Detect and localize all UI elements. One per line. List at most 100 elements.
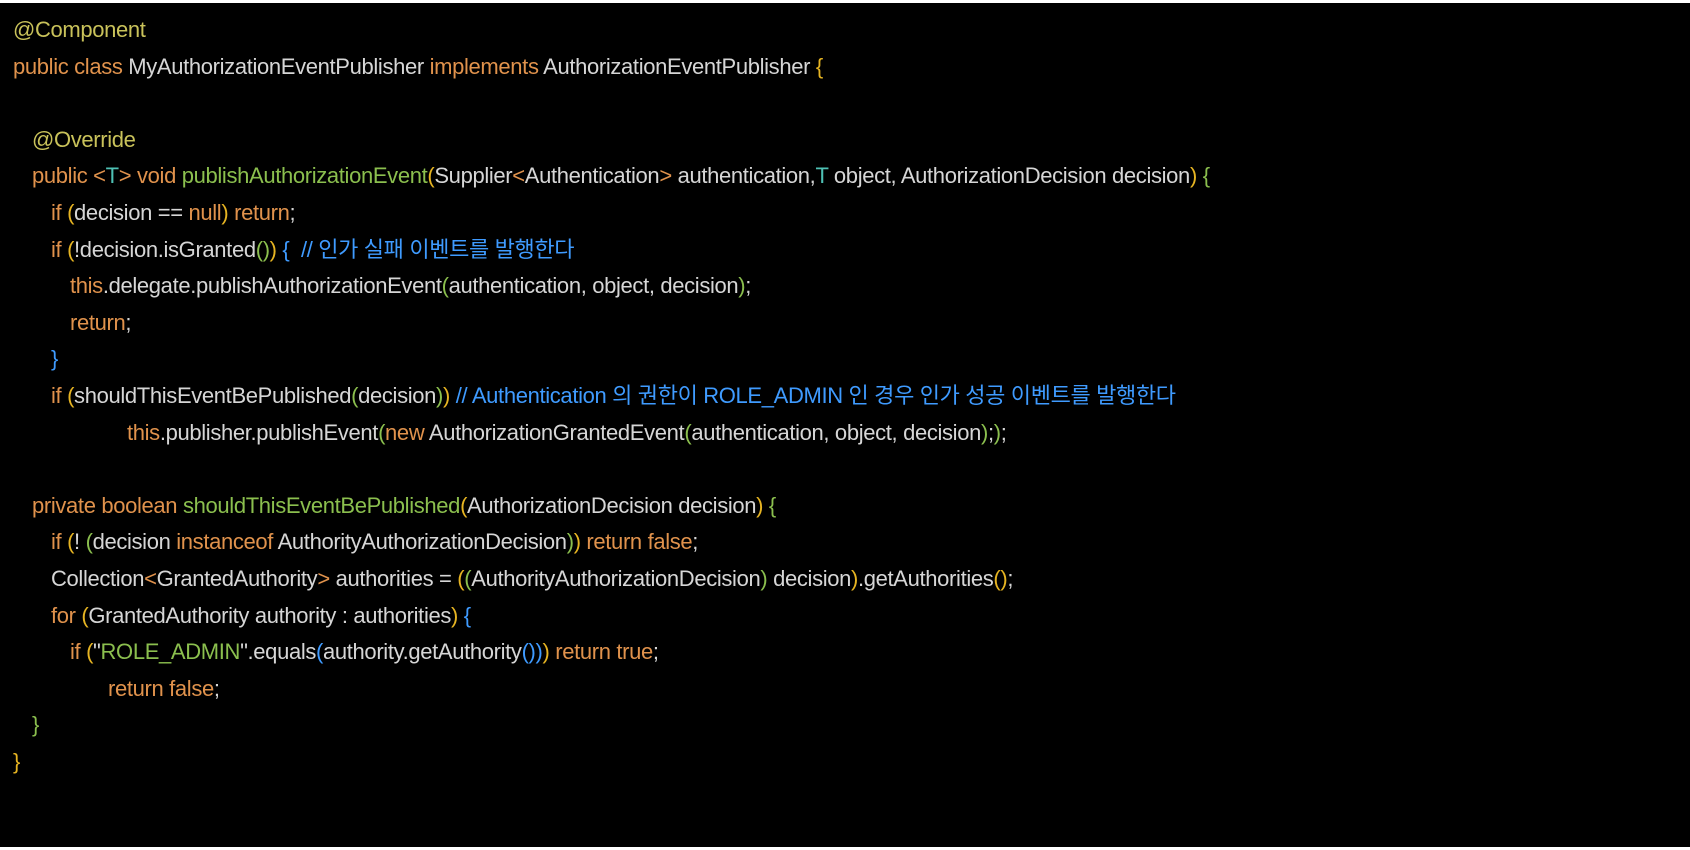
code-token: return true <box>549 639 653 665</box>
code-token: AuthorityAuthorizationDecision <box>277 529 567 555</box>
code-token: ) <box>535 639 543 665</box>
code-token: Collection <box>51 566 145 591</box>
code-token: ( <box>67 236 75 262</box>
code-line: for (GrantedAuthority authority : author… <box>51 598 471 634</box>
code-token: ) <box>436 383 444 408</box>
code-token: T <box>815 163 829 189</box>
code-token: { <box>763 492 776 518</box>
code-token: if <box>51 529 68 555</box>
code-token: if <box>70 639 87 665</box>
code-token: decision <box>767 566 852 591</box>
code-line: this.delegate.publishAuthorizationEvent(… <box>70 268 751 304</box>
code-line: @Component <box>13 12 146 48</box>
code-token: > <box>659 163 672 189</box>
code-token: void <box>131 163 182 189</box>
code-token: AuthorizationEventPublisher <box>543 53 816 79</box>
code-line: return; <box>70 305 131 341</box>
code-token: GrantedAuthority <box>156 566 318 591</box>
code-token: return <box>70 309 126 335</box>
code-token: ( <box>441 273 449 299</box>
code-token: ( <box>86 639 94 665</box>
code-line: public class MyAuthorizationEventPublish… <box>13 49 823 85</box>
code-token: this <box>70 273 103 299</box>
code-token: if <box>51 383 68 408</box>
code-token: publishAuthorizationEvent <box>181 163 428 189</box>
code-line: if (decision == null) return; <box>51 195 296 231</box>
code-token: instanceof <box>176 529 278 555</box>
code-token: .publisher.publishEvent <box>159 419 379 445</box>
code-token: ; <box>1007 566 1014 591</box>
code-token: " <box>240 639 248 665</box>
code-token: MyAuthorizationEventPublisher <box>128 53 430 79</box>
code-token: .getAuthorities <box>858 566 994 591</box>
code-token: ; <box>125 309 132 335</box>
code-line: public <T> void publishAuthorizationEven… <box>32 158 1210 194</box>
code-token: this <box>127 419 160 445</box>
code-token: > <box>317 566 330 591</box>
code-token: decision <box>92 529 177 555</box>
code-line: if ("ROLE_ADMIN".equals(authority.getAut… <box>70 634 659 670</box>
code-token: if <box>51 200 68 225</box>
code-token: { <box>815 53 823 79</box>
code-token: @Override <box>32 126 136 152</box>
code-token: implements <box>429 53 544 79</box>
code-token: ) <box>566 529 574 555</box>
code-token: authentication, object, decision <box>691 419 981 445</box>
code-token: new <box>385 419 429 445</box>
code-token: ) <box>269 236 277 262</box>
code-token: < <box>512 163 525 189</box>
code-token: ; <box>289 200 296 225</box>
code-token: ; <box>692 529 699 555</box>
code-token: if <box>51 236 68 262</box>
code-token: ROLE_ADMIN <box>100 639 241 665</box>
code-token: null <box>188 200 222 225</box>
code-token: decision <box>358 383 437 408</box>
code-line: } <box>32 707 39 743</box>
code-token: ) <box>993 419 1001 445</box>
code-token: for <box>51 602 82 628</box>
code-token: { <box>1196 163 1210 189</box>
code-line: this.publisher.publishEvent(new Authoriz… <box>127 415 1007 451</box>
code-block: @Component public class MyAuthorizationEv… <box>0 3 1690 847</box>
code-token: { <box>276 236 290 262</box>
code-token: return <box>228 200 290 225</box>
code-token: // 인가 실패 이벤트를 발행한다 <box>289 236 575 262</box>
code-token: ; <box>1000 419 1007 445</box>
code-token: ! <box>74 529 86 555</box>
code-token: GrantedAuthority authority : authorities <box>88 602 452 628</box>
code-token: .delegate.publishAuthorizationEvent <box>102 273 442 299</box>
code-token: () <box>255 236 270 262</box>
code-token: ( <box>378 419 386 445</box>
code-token: ( <box>316 639 324 665</box>
code-token: authorities = <box>329 566 458 591</box>
code-token: authority.getAuthority <box>323 639 522 665</box>
code-token: ( <box>67 200 75 225</box>
code-token: { <box>458 602 471 628</box>
code-token: ) <box>542 639 550 665</box>
code-token: @Component <box>13 17 146 42</box>
code-line: } <box>13 744 20 780</box>
code-token: private boolean <box>32 492 183 518</box>
code-line: } <box>51 341 58 377</box>
code-line: Collection<GrantedAuthority> authorities… <box>51 561 1013 597</box>
code-line: if (! (decision instanceof AuthorityAuth… <box>51 524 698 560</box>
code-token: // Authentication 의 권한이 ROLE_ADMIN 인 경우 … <box>450 383 1176 408</box>
code-token: object, AuthorizationDecision decision <box>828 163 1190 189</box>
code-token: } <box>13 749 20 774</box>
code-token: .equals <box>247 639 317 665</box>
code-token: ) <box>573 529 581 555</box>
code-token: Supplier <box>434 163 513 189</box>
code-token: ; <box>213 675 220 701</box>
code-token: " <box>93 639 101 665</box>
code-token: ; <box>652 639 659 665</box>
code-token: ) <box>443 383 451 408</box>
code-token: ( <box>67 383 75 408</box>
code-token: public class <box>13 53 129 79</box>
code-line: if (!decision.isGranted()) { // 인가 실패 이벤… <box>51 232 575 268</box>
code-token: !decision.isGranted <box>74 236 256 262</box>
code-line: return false; <box>108 671 220 707</box>
code-line: if (shouldThisEventBePublished(decision)… <box>51 378 1176 414</box>
code-token: > <box>118 163 132 189</box>
code-line: private boolean shouldThisEventBePublish… <box>32 488 776 524</box>
code-token: Authentication <box>524 163 660 189</box>
